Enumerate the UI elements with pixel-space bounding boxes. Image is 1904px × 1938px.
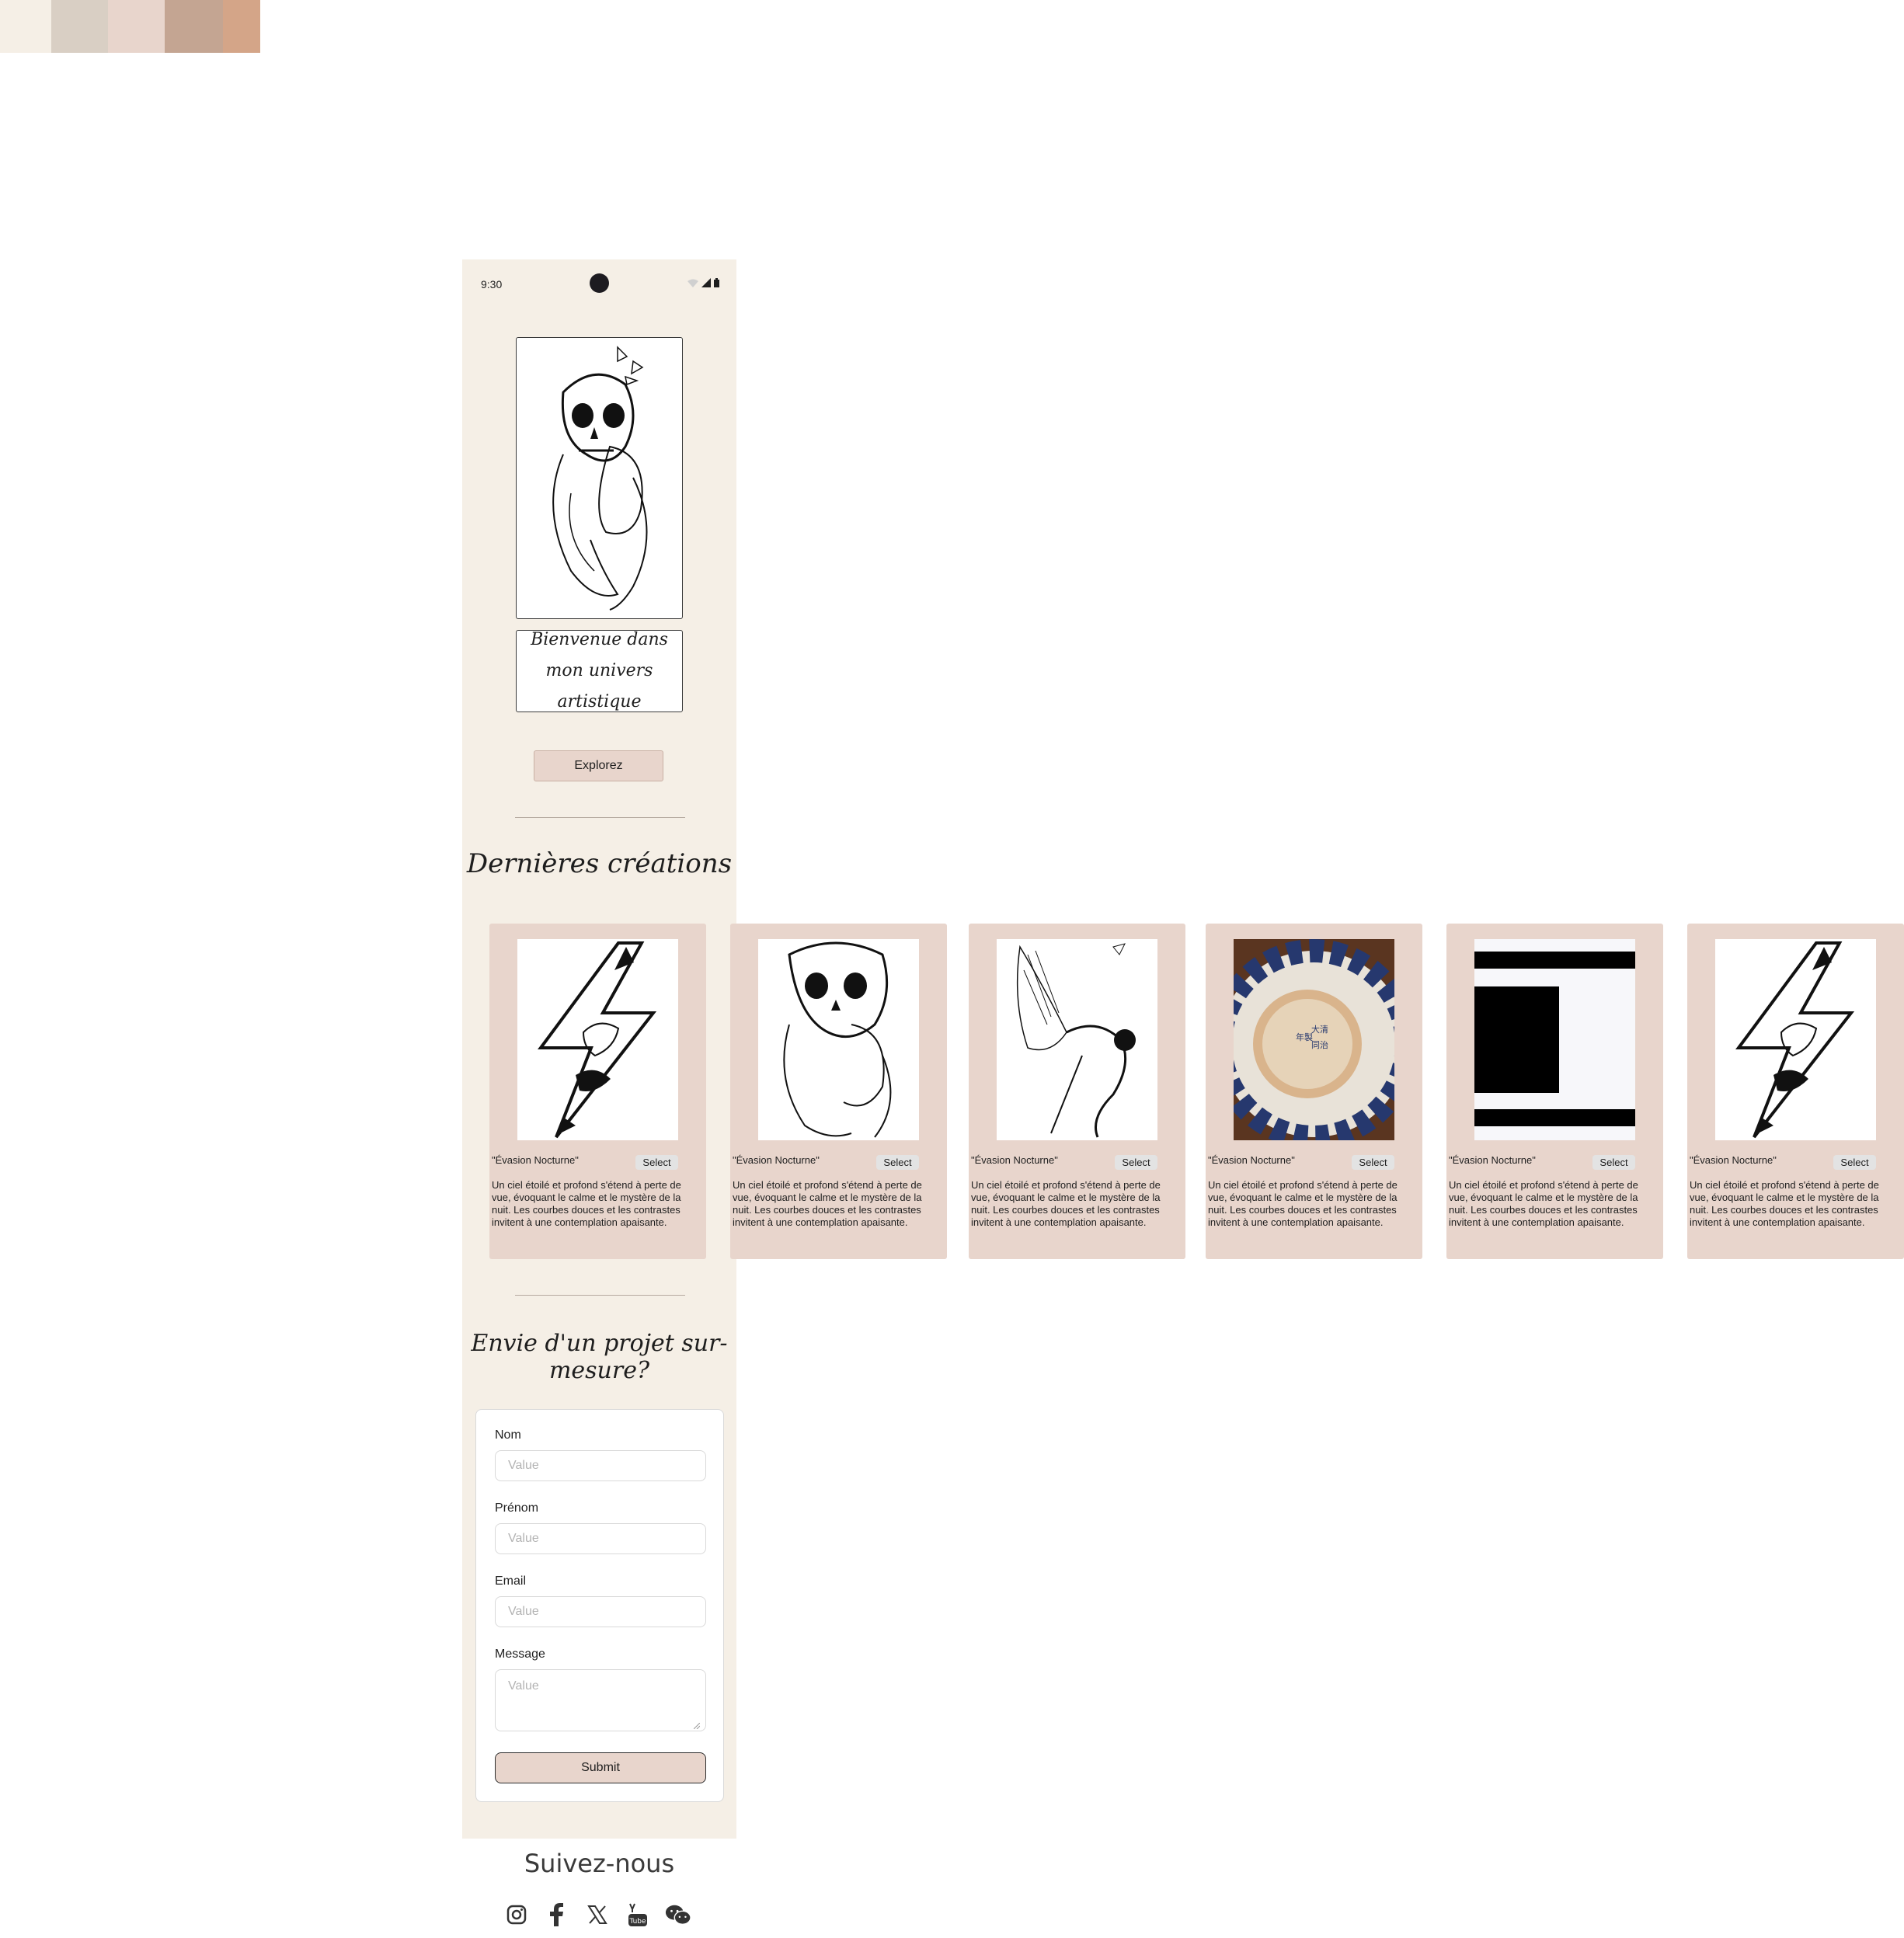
card-select-button[interactable]: Select xyxy=(635,1155,678,1170)
camera-cutout xyxy=(590,273,609,293)
creation-card: "Évasion Nocturne" Select Un ciel étoilé… xyxy=(1446,924,1663,1259)
facebook-icon[interactable] xyxy=(544,1901,570,1928)
divider-top xyxy=(515,817,685,818)
svg-text:Tube: Tube xyxy=(628,1918,646,1926)
prenom-input[interactable] xyxy=(495,1523,706,1554)
card-description: Un ciel étoilé et profond s'étend à pert… xyxy=(971,1179,1161,1228)
card-description: Un ciel étoilé et profond s'étend à pert… xyxy=(733,1179,922,1228)
card-title: "Évasion Nocturne" xyxy=(733,1154,820,1166)
swatch-greige xyxy=(51,0,108,53)
svg-text:年製: 年製 xyxy=(1296,1032,1313,1042)
contact-heading: Envie d'un projet sur-mesure? xyxy=(471,1330,728,1384)
message-textarea[interactable] xyxy=(495,1669,706,1731)
instagram-icon[interactable] xyxy=(503,1901,530,1928)
email-label: Email xyxy=(495,1574,527,1588)
status-icons xyxy=(687,278,719,287)
svg-text:大清: 大清 xyxy=(1311,1024,1328,1035)
latest-creations-heading: Dernières créations xyxy=(466,848,733,879)
card-description: Un ciel étoilé et profond s'étend à pert… xyxy=(1208,1179,1398,1228)
card-title: "Évasion Nocturne" xyxy=(1449,1154,1536,1166)
resize-grip-icon[interactable] xyxy=(694,1723,700,1729)
card-image-porcelain-bowl: 大清 同治 年製 xyxy=(1234,939,1394,1140)
status-bar: 9:30 xyxy=(462,259,736,306)
swatch-blush xyxy=(108,0,165,53)
skull-woman-illustration xyxy=(552,346,648,611)
card-description: Un ciel étoilé et profond s'étend à pert… xyxy=(492,1179,681,1228)
card-title: "Évasion Nocturne" xyxy=(1208,1154,1295,1166)
explore-button[interactable]: Explorez xyxy=(534,750,663,781)
card-description: Un ciel étoilé et profond s'étend à pert… xyxy=(1690,1179,1879,1228)
swatch-taupe xyxy=(165,0,223,53)
follow-us-title: Suivez-nous xyxy=(524,1849,675,1878)
card-select-button[interactable]: Select xyxy=(1592,1155,1635,1170)
creation-card: "Évasion Nocturne" Select Un ciel étoilé… xyxy=(1687,924,1904,1259)
prenom-label: Prénom xyxy=(495,1501,539,1515)
message-label: Message xyxy=(495,1647,545,1661)
card-image-winged-figure xyxy=(997,939,1157,1140)
color-palette xyxy=(0,0,260,53)
card-select-button[interactable]: Select xyxy=(1115,1155,1157,1170)
swatch-cream xyxy=(0,0,51,53)
x-icon[interactable] xyxy=(584,1901,611,1928)
battery-icon xyxy=(714,278,719,287)
hero-illustration xyxy=(516,337,683,619)
card-image-black-bars xyxy=(1474,939,1635,1140)
card-image-lightning-face xyxy=(517,939,678,1140)
welcome-text: Bienvenue dans mon univers artistique xyxy=(516,630,683,712)
creation-card: 大清 同治 年製 "Évasion Nocturne" Select Un ci… xyxy=(1206,924,1422,1259)
divider-bottom xyxy=(515,1295,685,1296)
card-select-button[interactable]: Select xyxy=(876,1155,919,1170)
card-select-button[interactable]: Select xyxy=(1833,1155,1876,1170)
card-title: "Évasion Nocturne" xyxy=(971,1154,1058,1166)
wechat-icon[interactable] xyxy=(665,1901,691,1928)
status-time: 9:30 xyxy=(481,278,503,291)
signal-icon xyxy=(701,278,711,287)
svg-text:同治: 同治 xyxy=(1311,1039,1328,1050)
wifi-icon xyxy=(687,279,698,287)
creation-card: "Évasion Nocturne" Select Un ciel étoilé… xyxy=(969,924,1185,1259)
card-select-button[interactable]: Select xyxy=(1352,1155,1394,1170)
social-links: Tube xyxy=(503,1901,691,1928)
creation-card: "Évasion Nocturne" Select Un ciel étoilé… xyxy=(489,924,706,1259)
submit-button[interactable]: Submit xyxy=(495,1752,706,1783)
card-image-skull-woman xyxy=(758,939,919,1140)
card-description: Un ciel étoilé et profond s'étend à pert… xyxy=(1449,1179,1638,1228)
contact-form: Nom Prénom Email Message Submit xyxy=(475,1409,724,1802)
nom-input[interactable] xyxy=(495,1450,706,1481)
card-image-lightning-face xyxy=(1715,939,1876,1140)
card-title: "Évasion Nocturne" xyxy=(1690,1154,1777,1166)
email-input[interactable] xyxy=(495,1596,706,1627)
swatch-tan xyxy=(223,0,260,53)
creation-card: "Évasion Nocturne" Select Un ciel étoilé… xyxy=(730,924,947,1259)
nom-label: Nom xyxy=(495,1428,521,1442)
youtube-icon[interactable]: Tube xyxy=(625,1901,651,1928)
card-title: "Évasion Nocturne" xyxy=(492,1154,579,1166)
